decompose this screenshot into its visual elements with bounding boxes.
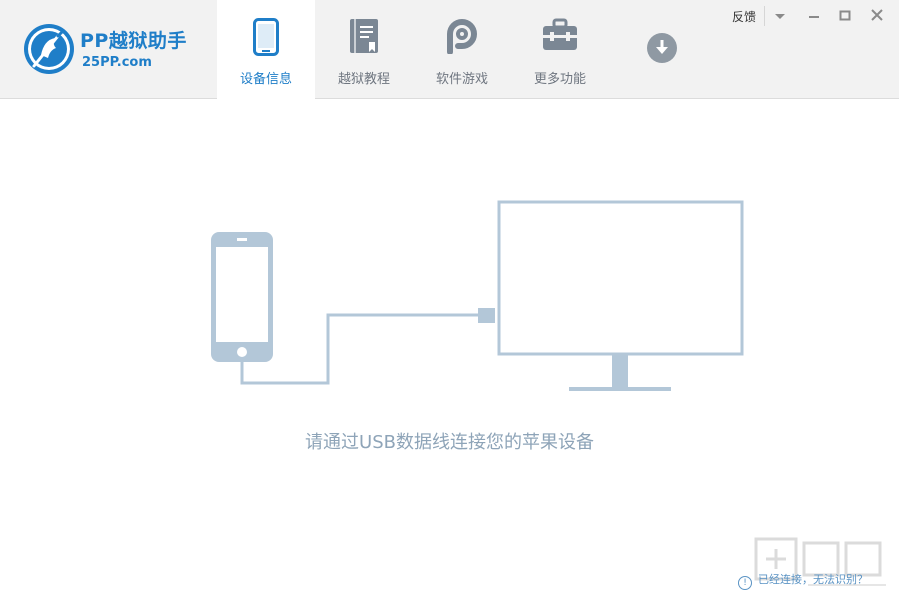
- help-label: 已经连接，无法识别？: [758, 573, 868, 586]
- book-icon: [315, 18, 413, 58]
- usb-connection-illustration: [211, 200, 744, 391]
- tab-label: 越狱教程: [337, 72, 390, 87]
- tab-label: 更多功能: [533, 72, 586, 87]
- tab-apps-games[interactable]: 软件游戏: [413, 0, 511, 98]
- tab-more-features[interactable]: 更多功能: [511, 0, 609, 98]
- pp-logo-icon: [22, 22, 76, 76]
- tab-label: 设备信息: [239, 72, 292, 87]
- phone-icon: [217, 18, 315, 58]
- usb-connector-icon: [478, 308, 495, 323]
- minimize-icon[interactable]: [804, 6, 824, 26]
- maximize-icon[interactable]: [835, 6, 855, 26]
- info-icon: !: [738, 576, 752, 590]
- pp-icon: [413, 18, 511, 58]
- usb-cable-icon: [240, 313, 480, 385]
- iphone-icon: [211, 232, 273, 362]
- app-name: PP越狱助手: [80, 30, 187, 52]
- close-icon[interactable]: [867, 6, 887, 26]
- toolbox-icon: [511, 18, 609, 58]
- connected-not-recognized-link[interactable]: ! 已经连接，无法识别？: [738, 571, 868, 590]
- app-url: 25PP.com: [82, 55, 152, 70]
- connect-instruction: 请通过USB数据线连接您的苹果设备: [305, 432, 594, 453]
- tab-device-info[interactable]: 设备信息: [217, 0, 315, 99]
- monitor-icon: [497, 200, 744, 391]
- download-icon[interactable]: [646, 32, 678, 64]
- tab-label: 软件游戏: [435, 72, 488, 87]
- dropdown-icon[interactable]: [770, 6, 790, 26]
- feedback-link[interactable]: 反馈: [732, 8, 756, 25]
- top-toolbar: PP越狱助手 25PP.com 设备信息 越狱教程 软件游戏 更多功能 反馈: [0, 0, 899, 99]
- tab-jailbreak-tutorial[interactable]: 越狱教程: [315, 0, 413, 98]
- divider: [764, 6, 765, 26]
